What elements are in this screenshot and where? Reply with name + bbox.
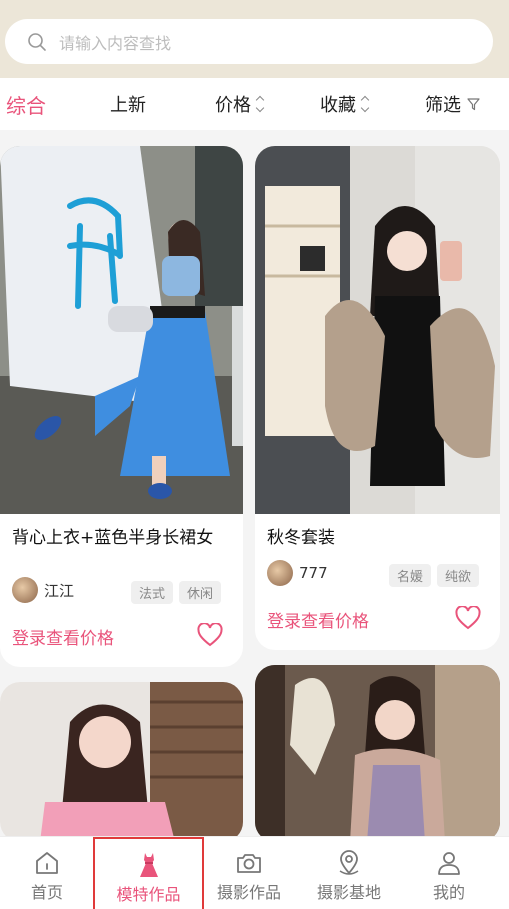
heart-icon[interactable] (197, 623, 223, 647)
tag-list: 法式 休闲 (131, 581, 222, 604)
tab-model-works[interactable]: 模特作品 (93, 837, 204, 909)
sort-comprehensive[interactable]: 综合 (6, 78, 46, 130)
login-price-link[interactable]: 登录查看价格 (267, 607, 369, 632)
author-name: 777 (299, 564, 328, 582)
product-card[interactable]: 背心上衣+蓝色半身长裙女 江江 法式 休闲 登录查看价格 (0, 146, 243, 667)
tab-photo-works-label: 摄影作品 (216, 883, 281, 902)
tab-home[interactable]: 首页 (0, 837, 97, 909)
tab-photo-base[interactable]: 摄影基地 (299, 837, 399, 909)
tag: 休闲 (179, 581, 222, 604)
author-name: 江江 (44, 581, 75, 600)
dress-icon (139, 853, 158, 877)
product-title: 背心上衣+蓝色半身长裙女 (12, 528, 214, 548)
tab-model-works-label: 模特作品 (116, 885, 181, 904)
sort-comprehensive-label: 综合 (6, 93, 46, 118)
product-photo[interactable] (0, 146, 243, 514)
author[interactable]: 江江 (12, 577, 74, 603)
tag: 法式 (131, 581, 174, 604)
filter-funnel-icon (467, 97, 480, 110)
sort-price-label: 价格 (215, 95, 251, 116)
model-photo-image (255, 665, 500, 842)
sort-newest-label: 上新 (110, 95, 146, 116)
tab-photo-base-label: 摄影基地 (316, 883, 381, 902)
search-placeholder: 请输入内容查找 (59, 33, 172, 53)
model-photo-image (0, 682, 243, 842)
tab-mine[interactable]: 我的 (399, 837, 499, 909)
login-price-link[interactable]: 登录查看价格 (12, 624, 114, 649)
product-photo[interactable] (0, 682, 243, 842)
model-photo-image (0, 146, 243, 514)
bottom-tab-bar: 首页 模特作品 摄影作品 摄影基地 我的 (0, 836, 509, 909)
heart-icon[interactable] (455, 606, 481, 630)
location-icon (339, 850, 359, 875)
product-photo[interactable] (255, 146, 500, 514)
sort-price-caret-icon (255, 95, 265, 113)
avatar (12, 577, 38, 603)
model-photo-image (255, 146, 500, 514)
sort-price[interactable]: 价格 (215, 78, 265, 130)
sort-newest[interactable]: 上新 (110, 78, 146, 130)
tag: 纯欲 (437, 564, 480, 587)
search-bar[interactable]: 请输入内容查找 (5, 19, 493, 64)
sort-bar: 综合 上新 价格 收藏 筛选 (0, 78, 509, 130)
search-icon (28, 32, 46, 51)
sort-filter[interactable]: 筛选 (425, 78, 480, 130)
avatar (267, 560, 293, 586)
tag-list: 名媛 纯欲 (389, 564, 480, 587)
product-card[interactable] (0, 682, 243, 842)
top-header: 请输入内容查找 (0, 0, 509, 78)
tag: 名媛 (389, 564, 432, 587)
product-card[interactable] (255, 665, 500, 842)
user-icon (438, 852, 460, 875)
home-icon (36, 852, 58, 874)
camera-icon (237, 854, 261, 873)
sort-favorites-label: 收藏 (320, 95, 356, 116)
sort-favorites-caret-icon (360, 95, 370, 113)
product-title: 秋冬套装 (267, 528, 335, 548)
author[interactable]: 777 (267, 560, 328, 586)
product-card[interactable]: 秋冬套装 777 名媛 纯欲 登录查看价格 (255, 146, 500, 650)
sort-favorites[interactable]: 收藏 (320, 78, 370, 130)
product-photo[interactable] (255, 665, 500, 842)
tab-photo-works[interactable]: 摄影作品 (199, 837, 299, 909)
sort-filter-label: 筛选 (425, 95, 461, 116)
tab-home-label: 首页 (30, 883, 63, 902)
tab-mine-label: 我的 (432, 883, 465, 902)
